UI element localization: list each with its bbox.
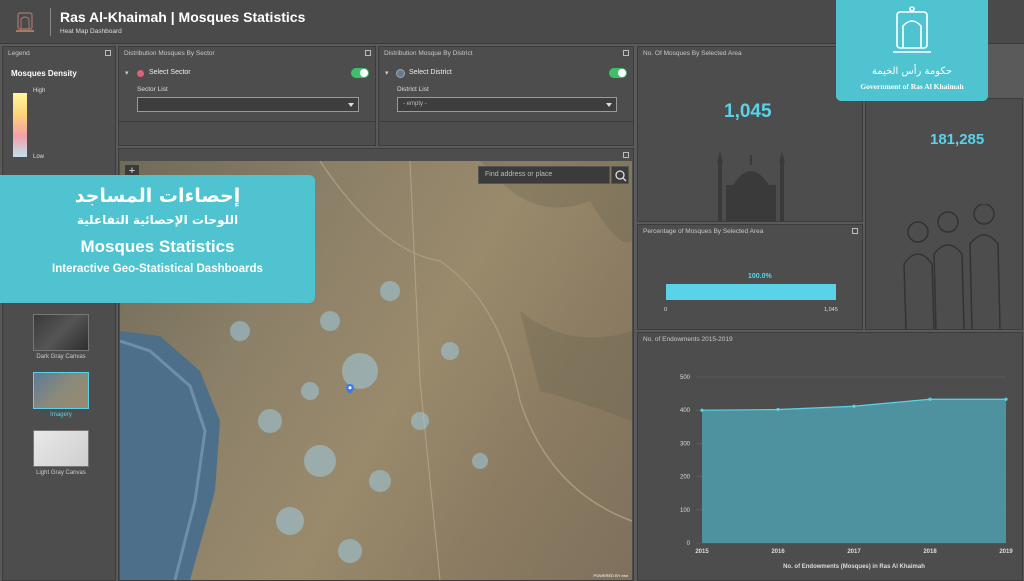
x-axis-label: No. of Endowments (Mosques) in Ras Al Kh… (783, 564, 925, 570)
legend-panel-title: Legend (8, 50, 30, 57)
mosque-count-value: 1,045 (724, 101, 772, 122)
y-tick-label: 200 (680, 475, 691, 481)
basemap-light-gray[interactable]: Light Gray Canvas (33, 430, 89, 480)
count-panel-title: No. Of Mosques By Selected Area (643, 50, 742, 57)
mosque-icon (710, 145, 792, 221)
y-tick-label: 100 (680, 508, 691, 514)
area-series (702, 399, 1006, 543)
basemap-label: Dark Gray Canvas (36, 354, 86, 360)
search-button[interactable] (611, 166, 629, 184)
sector-panel: Distribution Mosques By Sector ▾ Select … (118, 46, 376, 146)
legend-layer-title: Mosques Density (11, 69, 77, 78)
total-count-value: 181,285 (930, 131, 985, 148)
chevron-down-icon[interactable]: ▾ (385, 69, 389, 77)
basemap-thumbnail (33, 430, 89, 467)
district-list-select[interactable]: - empty - (397, 97, 617, 112)
chevron-down-icon (348, 103, 354, 107)
rak-logo-icon (12, 9, 38, 35)
sector-list-label: Sector List (137, 86, 168, 93)
endowments-chart: 0 100 200 300 400 500 2015 2016 2017 2018 2019 No. … (680, 375, 1013, 570)
legend-panel: Legend Mosques Density High Low Dark Gra… (2, 46, 116, 581)
percentage-min-label: 0 (664, 307, 668, 313)
endowments-panel: No. of Endowments 2015-2019 0 100 200 300 40… (637, 332, 1023, 581)
sector-toggle[interactable] (351, 68, 369, 78)
x-tick-label: 2017 (847, 549, 861, 555)
legend-low-label: Low (33, 154, 45, 160)
total-count-panel: 181,285 (865, 98, 1023, 330)
y-tick-label: 0 (687, 541, 691, 547)
y-tick-label: 300 (680, 441, 691, 447)
panel-separator (379, 121, 633, 122)
percentage-panel-title: Percentage of Mosques By Selected Area (643, 228, 764, 235)
title-overlay: إحصاءات المساجد اللوحات الإحصائية التفاع… (0, 175, 315, 303)
search-input[interactable]: Find address or place (478, 166, 610, 184)
x-tick-label: 2019 (999, 549, 1013, 555)
chevron-down-icon[interactable]: ▾ (125, 69, 129, 77)
search-icon (615, 170, 627, 182)
select-district-label: Select District (409, 69, 452, 76)
panel-separator (119, 121, 375, 122)
search-placeholder: Find address or place (485, 171, 553, 178)
overlay-arabic-subtitle: اللوحات الإحصائية التفاعلية (76, 213, 239, 227)
select-value: - empty - (403, 101, 427, 107)
x-tick-label: 2016 (771, 549, 785, 555)
basemap-imagery[interactable]: Imagery (33, 372, 89, 422)
district-panel: Distribution Mosque By District ▾ Select… (378, 46, 634, 146)
sector-panel-title: Distribution Mosques By Sector (124, 50, 215, 57)
y-tick-label: 400 (680, 408, 691, 414)
maximize-icon[interactable] (105, 50, 111, 56)
gov-arabic-name: حكومة رأس الخيمة (871, 66, 953, 77)
district-list-label: District List (397, 86, 429, 93)
government-logo: حكومة رأس الخيمة Government of Ras Al Kh… (836, 0, 988, 101)
maximize-icon[interactable] (623, 152, 629, 158)
percentage-panel: Percentage of Mosques By Selected Area 1… (637, 224, 863, 330)
sector-list-select[interactable] (137, 97, 359, 112)
page-subtitle: Heat Map Dashboard (60, 28, 122, 35)
dashboard: Ras Al-Khaimah | Mosques Statistics Heat… (0, 0, 1024, 581)
percentage-bar-fill (666, 284, 836, 300)
data-point (852, 404, 856, 408)
mosque-count-panel: No. Of Mosques By Selected Area 1,045 (637, 46, 863, 222)
percentage-max-label: 1,045 (824, 307, 838, 313)
page-title: Ras Al-Khaimah | Mosques Statistics (60, 9, 306, 25)
sector-color-dot (137, 70, 144, 77)
location-pin-icon[interactable] (346, 381, 354, 394)
basemap-thumbnail (33, 372, 89, 409)
x-tick-label: 2018 (923, 549, 937, 555)
maximize-icon[interactable] (623, 50, 629, 56)
emblem-icon (889, 6, 935, 56)
density-color-ramp (13, 93, 27, 157)
data-point (700, 408, 704, 412)
district-toggle[interactable] (609, 68, 627, 78)
data-point (776, 407, 780, 412)
people-icon (896, 203, 1016, 330)
basemap-label: Light Gray Canvas (36, 470, 86, 476)
x-tick-label: 2015 (695, 549, 709, 555)
endowments-panel-title: No. of Endowments 2015-2019 (643, 336, 733, 343)
data-point (1004, 397, 1008, 401)
maximize-icon[interactable] (365, 50, 371, 56)
basemap-label: Imagery (50, 412, 72, 418)
basemap-dark-gray[interactable]: Dark Gray Canvas (33, 314, 89, 364)
legend-high-label: High (33, 88, 46, 94)
overlay-english-title: Mosques Statistics (80, 237, 235, 256)
percentage-bar-track (666, 284, 836, 300)
gov-english-name: Government of Ras Al Khaimah (860, 82, 964, 91)
overlay-arabic-title: إحصاءات المساجد (74, 185, 241, 207)
data-point (928, 397, 932, 401)
select-sector-label: Select Sector (149, 69, 191, 76)
map-attribution: POWERED BY esri (593, 573, 628, 578)
district-panel-title: Distribution Mosque By District (384, 50, 473, 57)
chevron-down-icon (606, 103, 612, 107)
percentage-value-label: 100.0% (748, 273, 772, 280)
y-tick-label: 500 (680, 375, 691, 381)
overlay-english-subtitle: Interactive Geo-Statistical Dashboards (52, 263, 263, 275)
district-color-dot (396, 69, 405, 78)
header-divider (50, 8, 51, 36)
maximize-icon[interactable] (852, 228, 858, 234)
basemap-thumbnail (33, 314, 89, 351)
